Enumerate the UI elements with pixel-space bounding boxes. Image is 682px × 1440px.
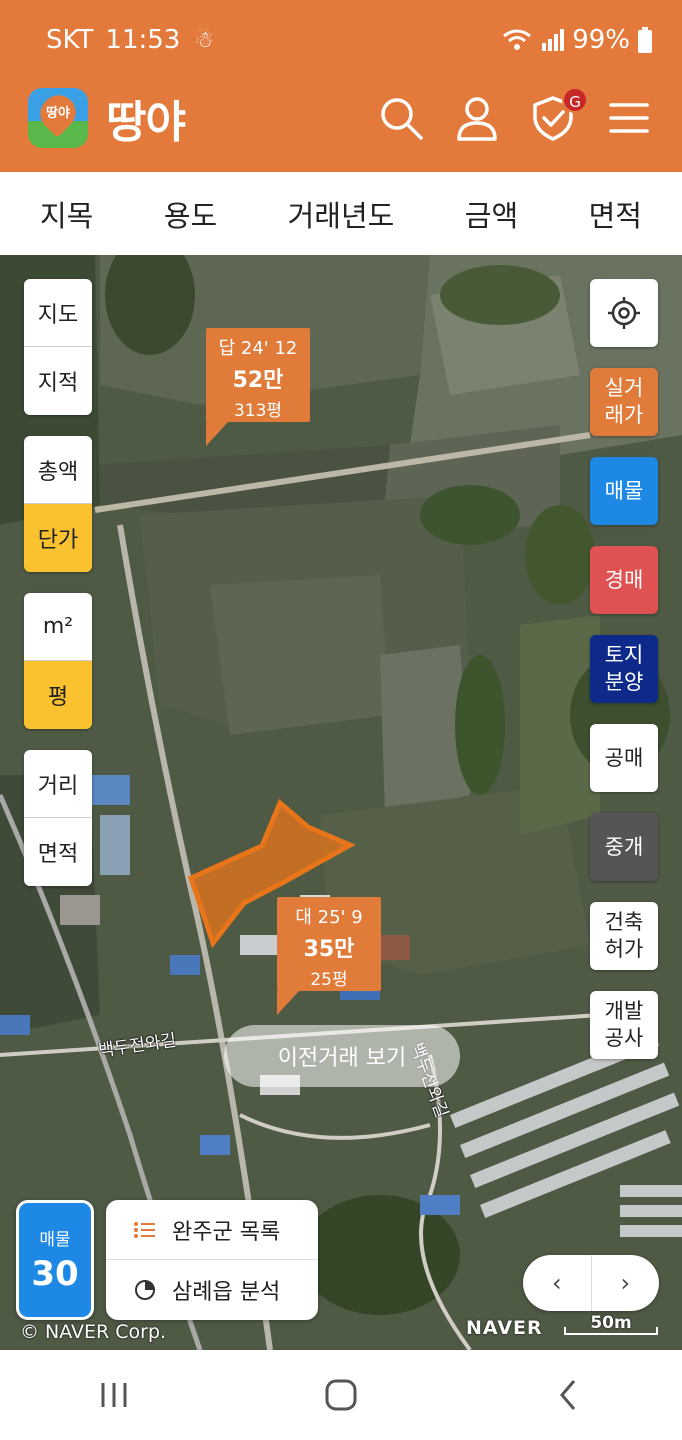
signal-icon [542, 29, 565, 51]
region-analysis-label: 삼례읍 분석 [172, 1280, 281, 1305]
measure-distance[interactable]: 거리 [24, 750, 92, 818]
region-panel: 완주군 목록 삼례읍 분석 [106, 1200, 318, 1320]
map-view[interactable]: 지도 지적 총액 단가 m² 평 거리 면적 실거 래가 매물 경매 토지 분양… [0, 255, 682, 1350]
layer-brokerage[interactable]: 중개 [590, 813, 658, 881]
layer-public-auction[interactable]: 공매 [590, 724, 658, 792]
shield-check-icon[interactable]: G [530, 87, 588, 141]
map-attribution: © NAVER Corp. [20, 1321, 167, 1343]
filter-trade-year[interactable]: 거래년도 [288, 193, 395, 235]
filter-usage[interactable]: 용도 [164, 193, 217, 235]
filter-area[interactable]: 면적 [589, 193, 642, 235]
status-bar: SKT 11:53 ☃ 99% [46, 22, 652, 58]
app-name: 땅야 [106, 97, 186, 148]
layer-land-sale[interactable]: 토지 분양 [590, 635, 658, 703]
price-marker[interactable]: 대 25' 9 35만 25평 [277, 897, 381, 1015]
app-logo[interactable]: 땅야 [28, 88, 88, 148]
unit-pyeong[interactable]: 평 [24, 661, 92, 729]
unit-square-meter[interactable]: m² [24, 593, 92, 661]
locate-button[interactable] [590, 279, 658, 347]
marker-category-date: 대 25' 9 [295, 907, 363, 928]
menu-icon[interactable] [606, 95, 652, 141]
notification-badge: G [562, 87, 588, 113]
chevron-left-icon[interactable]: ‹ [523, 1255, 592, 1311]
price-mode-total[interactable]: 총액 [24, 436, 92, 504]
measure-tools: 거리 면적 [24, 750, 92, 886]
area-unit-toggle: m² 평 [24, 593, 92, 729]
user-icon[interactable] [454, 95, 500, 141]
home-icon[interactable] [311, 1370, 371, 1420]
layer-listings[interactable]: 매물 [590, 457, 658, 525]
price-marker[interactable]: 답 24' 12 52만 313평 [206, 328, 310, 446]
layer-auction[interactable]: 경매 [590, 546, 658, 614]
clock: 11:53 [105, 25, 181, 55]
app-header: 땅야 땅야 G [28, 86, 652, 150]
map-type-map[interactable]: 지도 [24, 279, 92, 347]
region-analysis-button[interactable]: 삼례읍 분석 [106, 1260, 318, 1320]
filter-bar: 지목 용도 거래년도 금액 면적 [0, 172, 682, 255]
listing-count-label: 매물 [39, 1230, 71, 1250]
carrier-label: SKT [46, 25, 94, 55]
previous-trades-button[interactable]: 이전거래 보기 [224, 1025, 460, 1087]
system-nav-bar [0, 1350, 682, 1440]
battery-percent: 99% [572, 25, 630, 55]
measure-area[interactable]: 면적 [24, 818, 92, 886]
listing-count-button[interactable]: 매물 30 [16, 1200, 94, 1320]
price-mode-toggle: 총액 단가 [24, 436, 92, 572]
pie-chart-icon [134, 1279, 158, 1301]
search-icon[interactable] [378, 95, 424, 141]
layer-real-trade[interactable]: 실거 래가 [590, 368, 658, 436]
map-type-toggle: 지도 지적 [24, 279, 92, 415]
app-header-band: SKT 11:53 ☃ 99% 땅야 땅야 G [0, 0, 682, 172]
satellite-map [0, 255, 682, 1350]
chevron-right-icon[interactable]: › [592, 1255, 660, 1311]
logo-text: 땅야 [46, 106, 70, 121]
marker-price: 35만 [303, 937, 355, 962]
filter-amount[interactable]: 금액 [465, 193, 518, 235]
wifi-icon [503, 29, 532, 50]
price-mode-unit[interactable]: 단가 [24, 504, 92, 572]
map-scale: 50m [564, 1313, 658, 1335]
notification-icon: ☃ [194, 27, 215, 53]
marker-area: 313평 [233, 401, 283, 421]
filter-land-category[interactable]: 지목 [40, 193, 93, 235]
list-icon [134, 1221, 158, 1239]
map-type-cadastral[interactable]: 지적 [24, 347, 92, 415]
battery-icon [638, 27, 652, 53]
layer-building-permit[interactable]: 건축 허가 [590, 902, 658, 970]
recent-apps-icon[interactable] [84, 1370, 144, 1420]
listing-count-value: 30 [31, 1254, 79, 1294]
region-list-label: 완주군 목록 [172, 1219, 281, 1245]
marker-price: 52만 [232, 368, 284, 393]
pager: ‹ › [523, 1255, 659, 1311]
layer-development[interactable]: 개발 공사 [590, 991, 658, 1059]
marker-category-date: 답 24' 12 [218, 338, 298, 359]
region-list-button[interactable]: 완주군 목록 [106, 1200, 318, 1260]
marker-area: 25평 [310, 970, 348, 990]
back-icon[interactable] [538, 1370, 598, 1420]
naver-logo: NAVER [466, 1317, 543, 1339]
crosshair-icon [608, 297, 640, 329]
